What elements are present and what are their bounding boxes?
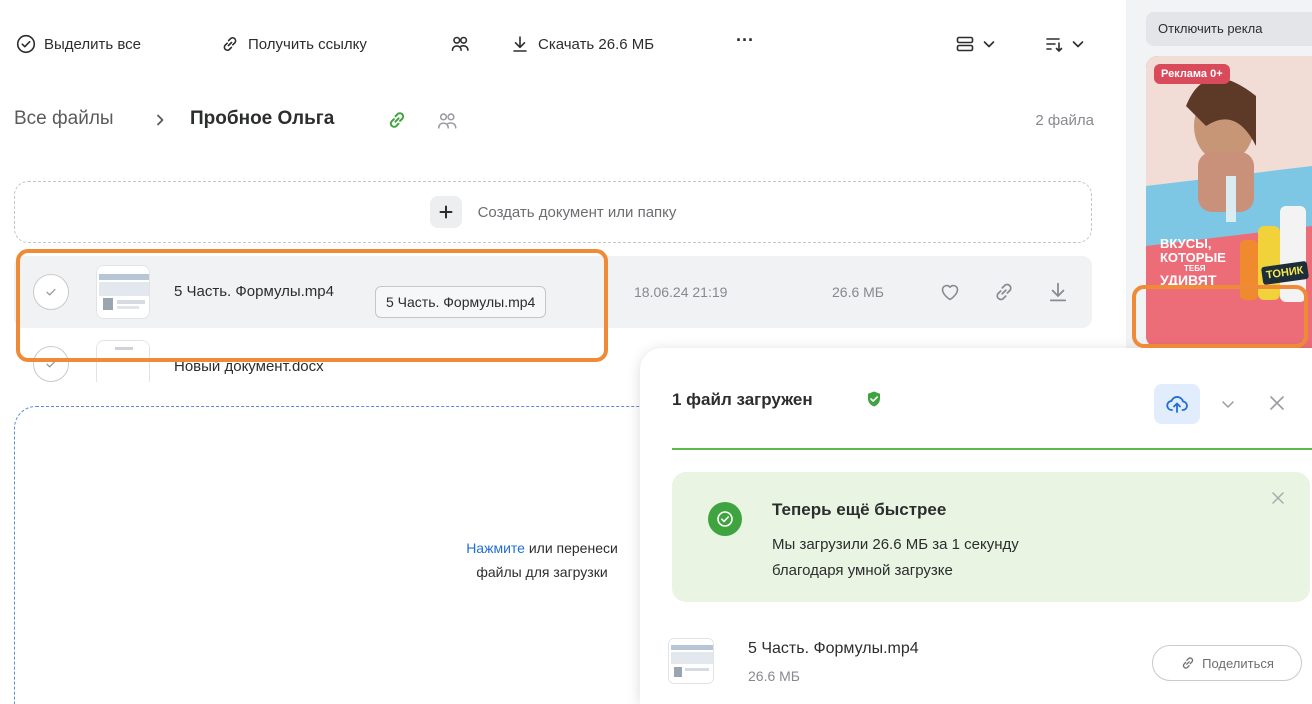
more-button[interactable]: ··· — [736, 30, 754, 51]
view-toggle-button[interactable] — [955, 34, 997, 54]
share-label: Поделиться — [1202, 655, 1274, 671]
toolbar: Выделить все Получить ссылку Скачать 26.… — [0, 0, 1120, 96]
link-icon — [1180, 655, 1196, 671]
uploaded-file-thumbnail — [668, 638, 714, 684]
sort-toggle-button[interactable] — [1044, 34, 1086, 54]
ad-age-badge: Реклама 0+ — [1154, 64, 1230, 84]
get-link-button[interactable]: Получить ссылку — [220, 34, 367, 54]
cloud-upload-icon — [1165, 392, 1189, 416]
download-icon[interactable] — [1046, 280, 1070, 304]
folder-share-icon[interactable] — [436, 110, 458, 132]
select-all-label: Выделить все — [44, 35, 142, 53]
heart-icon[interactable] — [938, 280, 962, 304]
drop-zone-text-2: файлы для загрузки — [476, 564, 608, 580]
get-link-label: Получить ссылку — [248, 35, 367, 53]
highlight-box-share-button — [1132, 285, 1308, 348]
fast-upload-notice: Теперь ещё быстрее Мы загрузили 26.6 МБ … — [672, 472, 1310, 602]
check-circle-icon — [16, 34, 36, 54]
download-label: Скачать 26.6 МБ — [538, 35, 655, 53]
sort-icon — [1044, 34, 1064, 54]
select-all-button[interactable]: Выделить все — [16, 34, 141, 54]
share-access-button[interactable] — [450, 34, 470, 54]
upload-progress-bar — [672, 448, 1312, 450]
ad-slogan-2: КОТОРЫЕ — [1160, 250, 1226, 265]
disable-ads-button[interactable]: Отключить рекла — [1146, 12, 1312, 46]
more-icon: ··· — [736, 30, 754, 50]
download-icon — [510, 34, 530, 54]
people-icon — [450, 34, 470, 54]
uploaded-file-size: 26.6 МБ — [748, 668, 800, 684]
collapse-chevron-icon[interactable] — [1218, 394, 1238, 414]
upload-status-title: 1 файл загружен — [672, 390, 813, 409]
uploaded-file-name: 5 Часть. Формулы.mp4 — [748, 640, 919, 657]
drop-zone-text: Нажмите или перенеси файлы для загрузки — [412, 536, 672, 584]
chevron-down-icon — [981, 36, 997, 52]
chevron-down-icon — [1070, 36, 1086, 52]
drop-zone-upload-link[interactable]: Нажмите — [466, 540, 525, 556]
notice-body: Мы загрузили 26.6 МБ за 1 секунду благод… — [772, 536, 1019, 579]
success-check-icon — [708, 502, 742, 536]
plus-icon — [429, 196, 462, 228]
shield-check-icon — [865, 390, 883, 408]
upload-more-button[interactable] — [1154, 384, 1200, 424]
share-button[interactable]: Поделиться — [1152, 645, 1302, 681]
create-document-or-folder[interactable]: Создать документ или папку — [14, 181, 1092, 243]
link-icon[interactable] — [992, 280, 1016, 304]
link-icon — [220, 34, 240, 54]
breadcrumb-separator-icon — [152, 111, 168, 129]
folder-link-icon[interactable] — [386, 109, 408, 131]
file-size: 26.6 МБ — [832, 284, 884, 300]
upload-panel: 1 файл загружен Теперь ещё быстрее Мы за… — [640, 348, 1312, 704]
notice-title: Теперь ещё быстрее — [772, 500, 947, 519]
file-date: 18.06.24 21:19 — [634, 284, 728, 300]
file-count: 2 файла — [1035, 112, 1094, 129]
ad-slogan-1: ВКУСЫ, — [1160, 236, 1212, 251]
list-view-icon — [955, 34, 975, 54]
close-icon[interactable] — [1268, 488, 1288, 508]
breadcrumb-current: Пробное Ольга — [190, 108, 335, 129]
create-label: Создать документ или папку — [477, 203, 677, 221]
download-button[interactable]: Скачать 26.6 МБ — [510, 34, 654, 54]
drop-zone-text-1: или перенеси — [524, 540, 618, 556]
highlight-box-file-row — [16, 249, 608, 362]
breadcrumb-root[interactable]: Все файлы — [14, 108, 114, 130]
close-icon[interactable] — [1266, 392, 1288, 414]
